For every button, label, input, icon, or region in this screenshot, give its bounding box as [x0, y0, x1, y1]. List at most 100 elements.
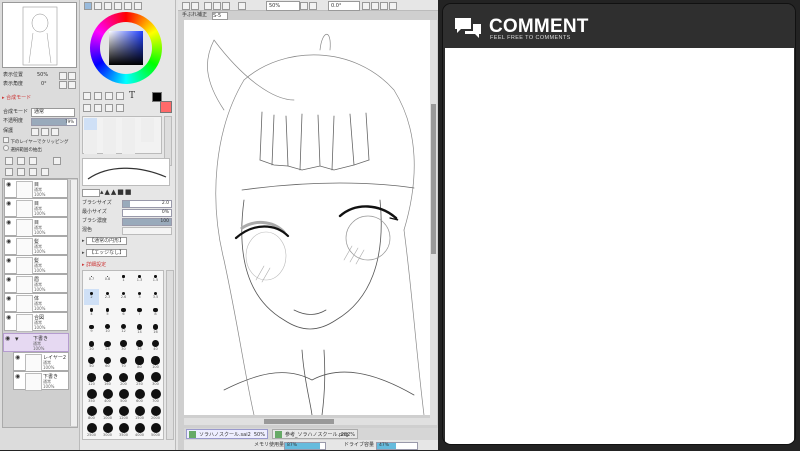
move-icon[interactable] — [83, 104, 91, 112]
navigator-preview[interactable] — [2, 2, 77, 68]
opacity-slider[interactable]: 79% — [31, 118, 77, 126]
vertical-scrollbar[interactable] — [430, 20, 437, 425]
clip-row[interactable]: 下のレイヤーでクリッピング — [3, 137, 79, 145]
eye-icon[interactable]: ◉ — [6, 295, 13, 302]
eraser-tool-icon[interactable] — [103, 130, 116, 142]
hsv-slider-tab-icon[interactable] — [104, 2, 112, 10]
select-rect-icon[interactable] — [83, 92, 91, 100]
brush-size-preset[interactable]: 30 — [116, 339, 131, 355]
layer-item[interactable]: ◉ 目通常 100% — [4, 198, 68, 218]
palette-tab-icon[interactable] — [134, 2, 142, 10]
angle-value[interactable]: 0° — [41, 80, 47, 88]
brush-size-preset[interactable]: 8 — [148, 306, 163, 322]
brush-size-preset[interactable]: 4000 — [132, 422, 147, 439]
layer-item[interactable]: ◉ 髪通常 100% — [4, 236, 68, 256]
brush-size-preset[interactable]: 3500 — [116, 422, 131, 439]
brush-size-preset[interactable]: 2.6 — [116, 289, 131, 305]
brush-size-preset[interactable]: 2 — [84, 288, 99, 305]
brush-size-preset[interactable]: 4 — [84, 306, 99, 322]
document-tab[interactable]: 参考_ソラハノスクール.png 282% — [272, 429, 358, 439]
mode-a-row[interactable]: ▸ 【通常の円形】 — [82, 237, 172, 245]
eye-icon[interactable]: ◉ — [15, 373, 22, 380]
eye-icon[interactable]: ◉ — [6, 219, 13, 226]
density-slider[interactable]: 100 — [122, 218, 172, 226]
binary-pen-tool-icon[interactable] — [103, 142, 116, 154]
brush-size-preset[interactable]: 1000 — [100, 405, 115, 422]
brush-shape-row[interactable]: ▴▲▲■■ — [82, 188, 172, 197]
brush-size-preset[interactable]: 7 — [132, 306, 147, 322]
magic-wand-icon[interactable] — [105, 92, 113, 100]
background-color-swatch[interactable] — [160, 101, 172, 113]
brush-size-preset[interactable]: 800 — [84, 405, 99, 422]
horizontal-scrollbar[interactable] — [184, 418, 430, 425]
brush-size-preset[interactable]: 80 — [132, 356, 147, 372]
brush-size-preset[interactable]: 70 — [116, 356, 131, 372]
invert-select-icon[interactable] — [213, 2, 221, 10]
new-layer-icon[interactable] — [5, 157, 13, 165]
layer-item[interactable]: ◉ 髪通常 100% — [4, 255, 68, 275]
brush-size-preset[interactable]: 10 — [100, 322, 115, 338]
lasso-icon[interactable] — [94, 92, 102, 100]
merge-visible-icon[interactable] — [17, 168, 25, 176]
brush-size-preset[interactable]: 35 — [132, 339, 147, 355]
swatch-tab-icon[interactable] — [114, 2, 122, 10]
brush-size-preset[interactable]: 50 — [84, 356, 99, 372]
lock-icon[interactable] — [31, 128, 39, 136]
bucket-tool-icon[interactable] — [84, 142, 97, 154]
stabilizer-select[interactable]: S-5 — [212, 12, 228, 20]
mode-b-select[interactable]: 【エッジなし】 — [86, 249, 128, 257]
brush-size-preset[interactable]: 5000 — [148, 422, 163, 439]
brush-size-preset[interactable]: 12 — [116, 322, 131, 338]
blend-slider[interactable] — [122, 227, 172, 235]
mode-a-select[interactable]: 【通常の円形】 — [86, 237, 128, 245]
redo-icon[interactable] — [191, 2, 199, 10]
eye-icon[interactable]: ◉ — [6, 314, 13, 321]
transfer-down-icon[interactable] — [53, 157, 61, 165]
brush-size-preset[interactable]: 6 — [116, 306, 131, 322]
layer-item[interactable]: ◉ 体通常 100% — [4, 293, 68, 313]
eye-icon[interactable]: ◉ — [5, 335, 12, 342]
brush-size-preset[interactable]: 3000 — [100, 422, 115, 439]
brush-size-preset[interactable]: 3 — [132, 289, 147, 305]
brush-size-preset[interactable]: 5 — [100, 306, 115, 322]
brush-size-preset[interactable]: 1.3 — [132, 272, 147, 288]
layer-item[interactable]: ◉ 目通常 100% — [4, 217, 68, 237]
brush-size-preset[interactable]: 9 — [84, 322, 99, 338]
saturation-value-box[interactable] — [109, 31, 143, 65]
blur-tool-icon[interactable] — [122, 142, 135, 154]
lock-alpha-icon[interactable] — [41, 128, 49, 136]
vertical-scroll-thumb[interactable] — [431, 104, 436, 254]
brush-size-preset[interactable]: 1200 — [116, 405, 131, 422]
brush-size-preset[interactable]: 2000 — [148, 405, 163, 422]
brush-size-preset[interactable]: 25 — [100, 339, 115, 355]
show-select-icon[interactable] — [222, 2, 230, 10]
rotate-left-button[interactable] — [59, 81, 67, 89]
clip-checkbox[interactable] — [3, 137, 9, 143]
zoom-out-icon[interactable] — [309, 2, 317, 10]
angle-select[interactable]: 0.0° — [328, 1, 360, 11]
min-size-slider[interactable]: 0% — [122, 209, 172, 217]
watercolor-tool-icon[interactable] — [141, 118, 154, 130]
brush-size-preset[interactable]: 20 — [84, 339, 99, 355]
clear-layer-icon[interactable] — [29, 168, 37, 176]
layer-scrollbar[interactable] — [70, 180, 77, 426]
flip-horizontal-icon[interactable] — [389, 2, 397, 10]
eye-icon[interactable]: ◉ — [6, 257, 13, 264]
brush-size-preset[interactable]: 14 — [132, 322, 147, 338]
zoom-in-button[interactable] — [59, 72, 67, 80]
eye-icon[interactable]: ◉ — [6, 181, 13, 188]
delete-layer-icon[interactable] — [41, 168, 49, 176]
brush-size-preset[interactable]: 0.7 — [84, 272, 99, 288]
hand-tool-icon[interactable] — [116, 104, 124, 112]
scratch-pad-tab-icon[interactable] — [124, 2, 132, 10]
marker-tool-icon[interactable] — [84, 130, 97, 142]
brush-shape-select[interactable] — [82, 189, 100, 197]
color-wheel[interactable] — [90, 12, 162, 84]
folder-item[interactable]: ◉ ▾ 下書き 通常 100% — [3, 333, 69, 352]
brush-size-preset[interactable]: 60 — [100, 356, 115, 372]
brush-size-preset[interactable]: 2500 — [84, 422, 99, 439]
brush-size-preset[interactable]: 16 — [148, 322, 163, 338]
horizontal-scroll-thumb[interactable] — [264, 419, 334, 424]
select-eraser-tool-icon[interactable] — [141, 130, 154, 142]
brush-size-preset[interactable]: 350 — [84, 389, 99, 406]
